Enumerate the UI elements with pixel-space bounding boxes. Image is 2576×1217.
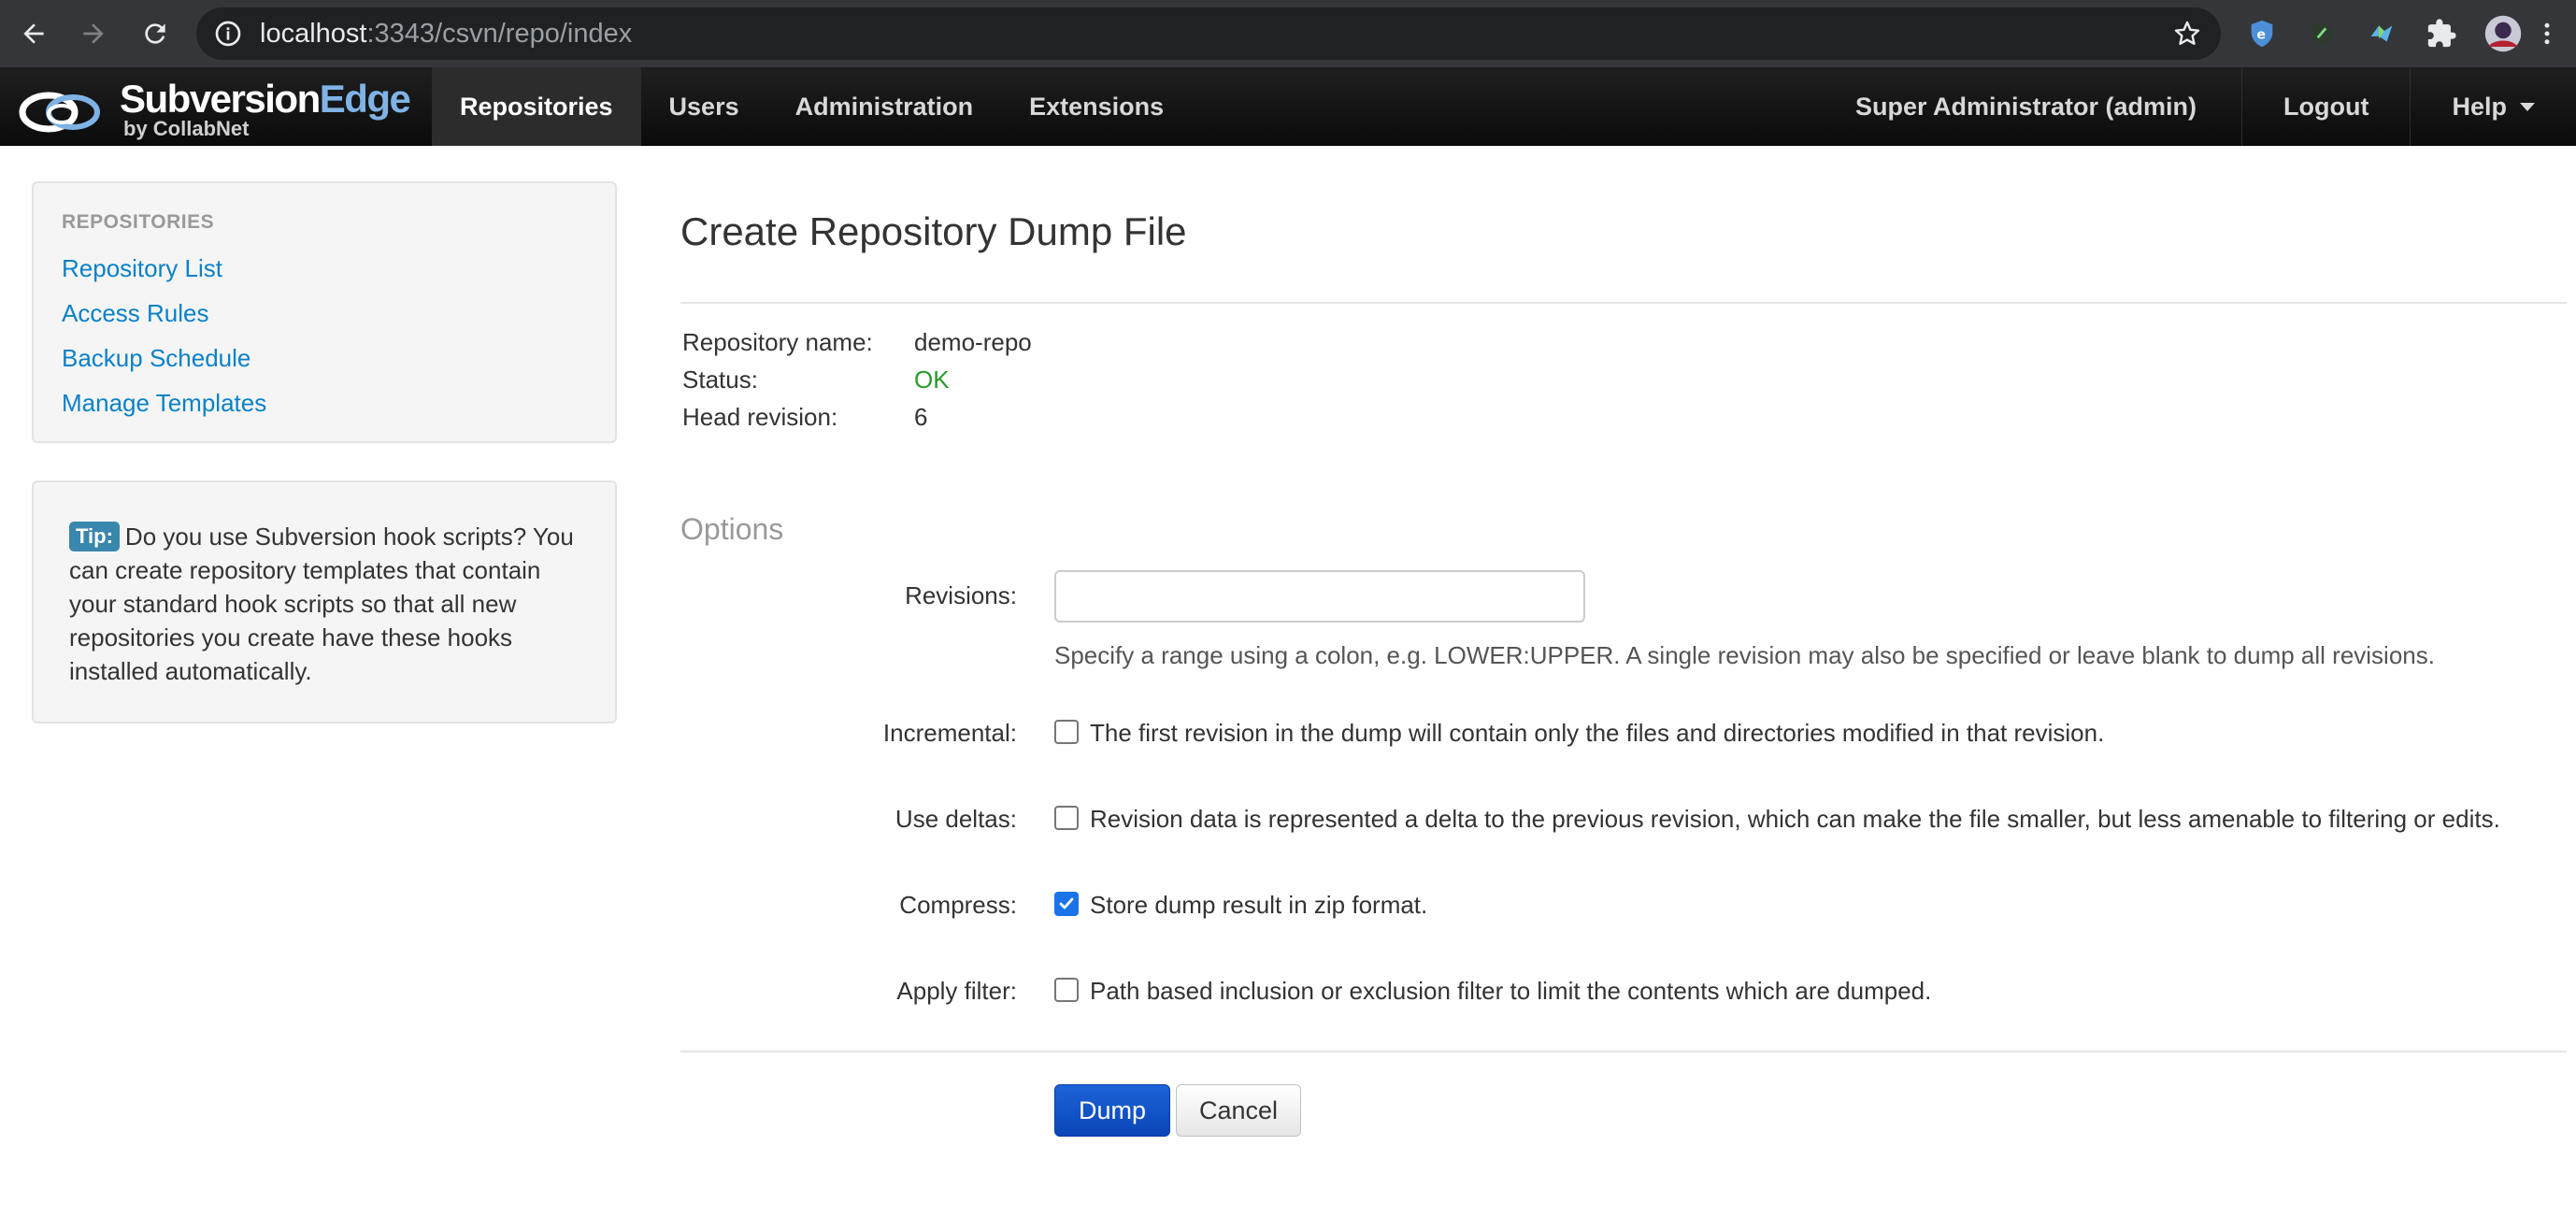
nav-repositories[interactable]: Repositories	[432, 67, 641, 146]
tip-text: Do you use Subversion hook scripts? You …	[69, 523, 574, 685]
incremental-description: The first revision in the dump will cont…	[1090, 719, 2105, 747]
checkmark-icon	[1059, 897, 1074, 909]
brand-byline: by CollabNet	[123, 117, 250, 140]
main-nav: Repositories Users Administration Extens…	[432, 67, 1192, 146]
app-header: SubversionEdge by CollabNet Repositories…	[0, 67, 2576, 146]
browser-menu-icon[interactable]	[2533, 13, 2561, 54]
incremental-label: Incremental:	[882, 719, 1017, 747]
revisions-input[interactable]	[1054, 570, 1585, 623]
sidebar-header: REPOSITORIES	[62, 211, 215, 233]
cloud-logo-icon	[19, 92, 100, 133]
sidebar-link-access-rules[interactable]: Access Rules	[62, 299, 209, 328]
sidebar-link-manage-templates[interactable]: Manage Templates	[62, 389, 266, 418]
logout-link[interactable]: Logout	[2241, 67, 2410, 146]
nav-administration[interactable]: Administration	[767, 67, 1002, 146]
sidebar-link-backup-schedule[interactable]: Backup Schedule	[62, 344, 250, 373]
extensions-puzzle-icon[interactable]	[2425, 17, 2458, 50]
back-arrow-icon[interactable]	[13, 13, 54, 54]
compress-checkbox[interactable]	[1054, 892, 1079, 916]
help-label: Help	[2452, 92, 2507, 121]
nav-users[interactable]: Users	[641, 67, 767, 146]
status-value: OK	[914, 365, 950, 394]
revisions-help: Specify a range using a colon, e.g. LOWE…	[1054, 641, 2435, 669]
use-deltas-description: Revision data is represented a delta to …	[1090, 805, 2500, 833]
nav-extensions[interactable]: Extensions	[1001, 67, 1192, 146]
incremental-checkbox[interactable]	[1054, 720, 1079, 744]
repository-name-label: Repository name:	[682, 328, 873, 356]
page-title: Create Repository Dump File	[680, 209, 1187, 253]
extension-dark-icon[interactable]	[2305, 17, 2339, 50]
help-menu[interactable]: Help	[2410, 67, 2576, 146]
cancel-button[interactable]: Cancel	[1176, 1084, 1301, 1137]
apply-filter-checkbox[interactable]	[1054, 978, 1079, 1002]
subversion-edge-logo[interactable]: SubversionEdge by CollabNet	[17, 75, 411, 140]
repositories-sidebar: REPOSITORIES Repository List Access Rule…	[32, 181, 617, 443]
url-text: localhost:3343/csvn/repo/index	[260, 19, 633, 49]
title-divider	[680, 302, 2567, 304]
extension-puzzle-color-icon[interactable]	[2365, 17, 2398, 50]
tip-box: Tip: Do you use Subversion hook scripts? …	[32, 480, 617, 723]
brand-name: SubversionEdge	[120, 77, 411, 121]
head-revision-label: Head revision:	[682, 403, 838, 431]
reload-icon[interactable]	[135, 13, 176, 54]
profile-avatar-icon[interactable]	[2483, 13, 2524, 54]
apply-filter-description: Path based inclusion or exclusion filter…	[1090, 977, 1932, 1005]
forward-arrow-icon[interactable]	[73, 13, 114, 54]
browser-toolbar: localhost:3343/csvn/repo/index e	[0, 0, 2576, 67]
svg-text:e: e	[2256, 28, 2266, 43]
repository-name-value: demo-repo	[914, 328, 1032, 356]
form-actions-divider	[680, 1051, 2567, 1052]
site-info-icon[interactable]	[213, 19, 243, 49]
status-label: Status:	[682, 365, 758, 394]
compress-description: Store dump result in zip format.	[1090, 891, 1428, 919]
options-legend: Options	[680, 512, 784, 546]
compress-label: Compress:	[899, 891, 1017, 919]
sidebar-link-repository-list[interactable]: Repository List	[62, 254, 222, 283]
tip-badge: Tip:	[69, 522, 120, 551]
address-bar[interactable]: localhost:3343/csvn/repo/index	[196, 7, 2221, 60]
user-nav: Super Administrator (admin) Logout Help	[1814, 67, 2576, 146]
use-deltas-label: Use deltas:	[894, 805, 1017, 833]
dump-button[interactable]: Dump	[1054, 1084, 1170, 1137]
head-revision-value: 6	[914, 403, 928, 431]
extension-shield-icon[interactable]: e	[2245, 17, 2279, 50]
tip-content: Tip: Do you use Subversion hook scripts? …	[69, 520, 593, 688]
caret-down-icon	[2520, 102, 2535, 111]
use-deltas-checkbox[interactable]	[1054, 806, 1079, 830]
apply-filter-label: Apply filter:	[896, 977, 1017, 1005]
current-user[interactable]: Super Administrator (admin)	[1814, 67, 2241, 146]
bookmark-star-icon[interactable]	[2172, 19, 2202, 49]
revisions-label: Revisions:	[905, 581, 1017, 609]
